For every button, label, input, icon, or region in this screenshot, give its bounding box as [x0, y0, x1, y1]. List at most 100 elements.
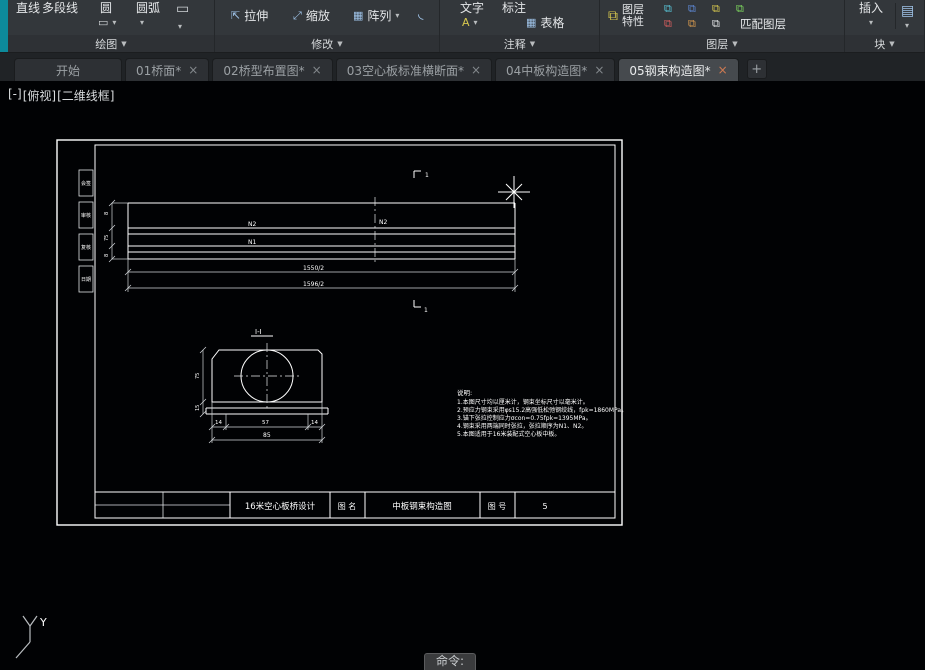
section-dim: 14: [311, 420, 318, 426]
viewport-style-control[interactable]: [二维线框]: [57, 87, 114, 104]
panel-expand-icon: ▼: [121, 39, 127, 48]
margin-box-label: 复核: [81, 244, 91, 251]
rectangle-tool-flyout[interactable]: ▾: [178, 18, 182, 34]
section-mark-number: 1: [425, 172, 429, 179]
panel-expand-icon: ▼: [529, 39, 536, 48]
dimension-button[interactable]: 标注: [502, 1, 526, 15]
plus-icon: +: [751, 61, 763, 77]
array-button[interactable]: ▦ 阵列 ▾: [353, 9, 399, 23]
block-panel-footer[interactable]: 块 ▼: [845, 35, 924, 52]
table-label: 表格: [540, 16, 565, 30]
array-icon: ▦: [353, 9, 364, 22]
arc-button[interactable]: 圆弧: [136, 1, 160, 15]
ucs-icon: Y: [15, 615, 47, 659]
rectangle-tool-button[interactable]: ▭: [176, 2, 189, 16]
layer-properties-button[interactable]: ⧉ 图层 特性: [608, 4, 644, 28]
annotate-panel-footer[interactable]: 注释 ▼: [440, 35, 599, 52]
layer-on-icon[interactable]: ⧉: [736, 2, 744, 16]
section-dim: 14: [215, 420, 222, 426]
section-cut-mark-top: [413, 170, 421, 178]
dim-half-span: 1550/2: [303, 265, 324, 272]
layer-freeze-icon[interactable]: ⧉: [688, 2, 696, 16]
tab-label: 05钢束构造图*: [629, 63, 711, 78]
margin-signature-boxes: 会签 审核 复核 日期: [78, 169, 94, 293]
notes-line: 2.预应力钢束采用φs15.2高强低松弛钢绞线，fpk=1860MPa。: [457, 406, 627, 414]
circle-flyout[interactable]: ▭ ▾: [98, 16, 116, 30]
tab-03[interactable]: 03空心板标准横断面* ×: [335, 58, 493, 81]
block-tool-icon[interactable]: ▤: [901, 4, 914, 18]
section-mark-number: 1: [424, 307, 428, 314]
sheet-outer-border: [56, 139, 623, 526]
notes-line: 1.本图尺寸均以厘米计，钢束坐标尺寸以毫米计。: [457, 398, 589, 406]
text-button[interactable]: 文字: [460, 1, 484, 15]
tendon-label-n2: N2: [248, 221, 256, 228]
tab-label: 02桥型布置图*: [223, 63, 305, 78]
viewport-view-control[interactable]: [俯视]: [23, 87, 56, 104]
tab-02[interactable]: 02桥型布置图* ×: [212, 58, 333, 81]
viewport-menu-control[interactable]: [-]: [8, 87, 22, 104]
match-layer-button[interactable]: 匹配图层: [740, 17, 786, 31]
ribbon-panel-annotate: 文字 标注 A ▾ ▦ 表格 注释 ▼: [440, 0, 600, 52]
elevation-left-dims: [108, 199, 128, 263]
tab-04[interactable]: 04中板构造图* ×: [495, 58, 616, 81]
tab-05-active[interactable]: 05钢束构造图* ×: [618, 58, 739, 81]
notes-line: 5.本图适用于16米装配式空心板中板。: [457, 430, 560, 438]
panel-expand-icon: ▼: [337, 39, 343, 48]
left-accent-bar: [0, 0, 8, 52]
close-icon[interactable]: ×: [471, 63, 481, 77]
insert-flyout[interactable]: ▾: [869, 16, 873, 30]
draw-panel-label: 绘图: [95, 37, 118, 51]
modify-panel-footer[interactable]: 修改 ▼: [215, 35, 439, 52]
tab-label: 01桥面*: [136, 63, 182, 78]
fillet-icon: ◟: [418, 6, 424, 22]
layer-lock-icon[interactable]: ⧉: [712, 2, 720, 16]
layer-properties-label-2: 特性: [622, 15, 644, 28]
titleblock-drawing-name: 中板钢束构造图: [392, 501, 452, 512]
section-dim-total: 85: [263, 432, 271, 439]
tab-label: 开始: [55, 63, 80, 78]
chevron-down-icon: ▾: [178, 22, 183, 31]
line-button[interactable]: 直线: [16, 1, 40, 15]
close-icon[interactable]: ×: [188, 63, 198, 77]
viewport-controls: [-] [俯视] [二维线框]: [8, 87, 114, 104]
new-tab-button[interactable]: +: [746, 59, 767, 79]
stretch-button[interactable]: ⇱ 拉伸: [231, 9, 268, 23]
cad-drawing: 会签 审核 复核 日期 N2 N1 N2 8 75 8 1550/2 1596/…: [56, 139, 627, 526]
command-line[interactable]: 命令:: [424, 653, 477, 670]
table-button[interactable]: ▦ 表格: [526, 16, 564, 30]
block-tool-flyout[interactable]: ▾: [905, 19, 909, 33]
tab-01[interactable]: 01桥面* ×: [125, 58, 210, 81]
chevron-down-icon: ▾: [395, 11, 400, 20]
polyline-button[interactable]: 多段线: [42, 1, 78, 15]
circle-button[interactable]: 圆: [100, 1, 112, 15]
drawing-canvas[interactable]: [-] [俯视] [二维线框] 会签 审核 复核 日期 N2 N1 N2 8 7…: [0, 81, 925, 670]
titleblock-number: 5: [542, 502, 547, 511]
close-icon[interactable]: ×: [718, 63, 728, 77]
layers-panel-footer[interactable]: 图层 ▼: [600, 35, 844, 52]
insert-block-button[interactable]: 插入: [859, 1, 883, 15]
panel-expand-icon: ▼: [889, 39, 895, 48]
scale-label: 缩放: [305, 9, 330, 23]
stretch-label: 拉伸: [244, 9, 269, 23]
close-icon[interactable]: ×: [594, 63, 604, 77]
elevation-dim: 8: [104, 254, 110, 257]
text-flyout[interactable]: A ▾: [462, 16, 478, 30]
title-block: 16米空心板桥设计 图 名 中板钢束构造图 图 号 5: [95, 491, 615, 518]
tendon-label-n1: N1: [248, 239, 256, 246]
layer-state-icon[interactable]: ⧉: [664, 2, 672, 16]
tab-label: 04中板构造图*: [506, 63, 588, 78]
fillet-button[interactable]: ◟: [418, 7, 423, 21]
tab-start[interactable]: 开始: [14, 58, 122, 81]
ribbon-panel-draw: 直线 多段线 圆 圆弧 ▭ ▾ ▾ ▭ ▾ 绘图 ▼: [8, 0, 215, 52]
ribbon-panel-layers: ⧉ 图层 特性 ⧉ ⧉ ⧉ ⧉ ⧉ ⧉ ⧉ 匹配图层 图层 ▼: [600, 0, 845, 52]
close-icon[interactable]: ×: [312, 63, 322, 77]
draw-panel-footer[interactable]: 绘图 ▼: [8, 35, 214, 52]
layer-off-icon[interactable]: ⧉: [664, 17, 672, 31]
scale-button[interactable]: ⤢ 缩放: [293, 9, 330, 23]
layer-walk-icon[interactable]: ⧉: [712, 17, 720, 31]
titleblock-no-label: 图 号: [488, 502, 507, 511]
arc-flyout[interactable]: ▾: [140, 16, 144, 30]
layer-isolate-icon[interactable]: ⧉: [688, 17, 696, 31]
sheet-inner-border: [94, 144, 616, 519]
chevron-down-icon: ▾: [473, 18, 478, 27]
